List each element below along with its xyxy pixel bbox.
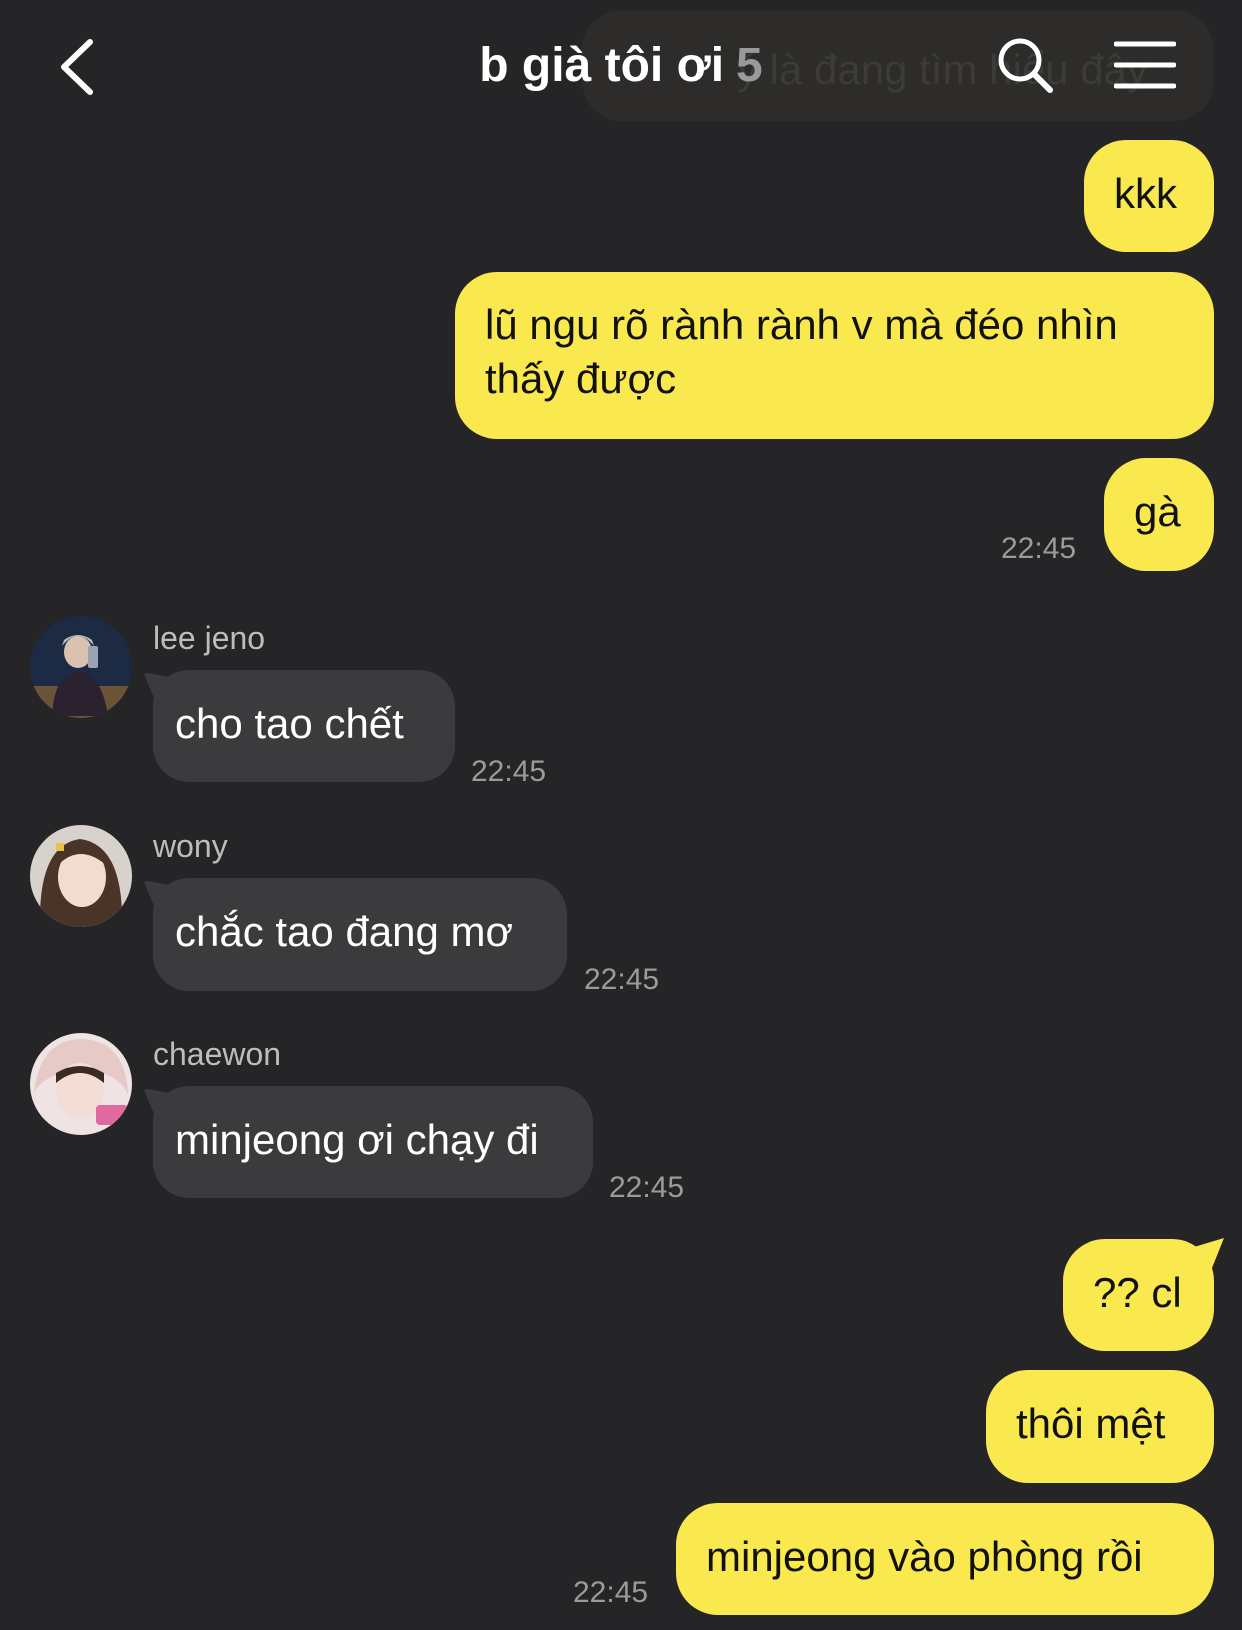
menu-button[interactable] [1113,40,1177,90]
message-text: ?? cl [1093,1269,1182,1316]
hamburger-menu-icon [1113,41,1177,89]
message-text-line: lũ ngu rõ rành rành v mà đéo nhìn [485,301,1118,348]
profile-photo [30,1033,132,1135]
sender-name: wony [153,828,228,864]
message-text: thôi mệt [1016,1400,1166,1447]
member-count: 5 [736,39,763,92]
message-text: gà [1134,488,1181,535]
search-button[interactable] [996,36,1054,94]
message-text: minjeong vào phòng rồi [706,1533,1143,1580]
my-message-bubble[interactable]: thôi mệt [986,1370,1214,1483]
message-time: 22:45 [573,1576,649,1609]
avatar-lee-jeno[interactable] [30,616,132,718]
their-message-bubble[interactable]: minjeong ơi chạy đi [153,1086,593,1198]
chat-title-text: b già tôi ơi [479,39,725,92]
sender-name: lee jeno [153,620,266,656]
message-time: 22:45 [1001,532,1077,565]
message-time: 22:45 [609,1171,685,1204]
sender-name: chaewon [153,1036,282,1072]
my-message-bubble[interactable]: minjeong vào phòng rồi [676,1503,1214,1615]
message-time: 22:45 [471,755,547,788]
search-icon [998,38,1053,93]
profile-photo [30,825,132,927]
message-text: minjeong ơi chạy đi [175,1116,539,1163]
my-message-bubble[interactable]: ?? cl [1063,1239,1214,1351]
their-message-bubble[interactable]: cho tao chết [153,670,455,782]
my-message-bubble[interactable]: kkk [1084,140,1214,252]
avatar-chaewon[interactable] [30,1033,132,1135]
avatar-wony[interactable] [30,825,132,927]
message-text: kkk [1114,170,1177,217]
my-message-bubble[interactable]: lũ ngu rõ rành rành v mà đéo nhìn thấy đ… [455,272,1214,439]
message-text: chắc tao đang mơ [175,908,514,955]
profile-photo [30,616,132,718]
message-text-line: thấy được [485,355,677,402]
their-message-bubble[interactable]: chắc tao đang mơ [153,878,567,991]
message-time: 22:45 [584,963,660,996]
chat-title: b già tôi ơi 5 [0,38,1242,93]
my-message-bubble[interactable]: gà [1104,458,1214,571]
message-text: cho tao chết [175,700,404,747]
